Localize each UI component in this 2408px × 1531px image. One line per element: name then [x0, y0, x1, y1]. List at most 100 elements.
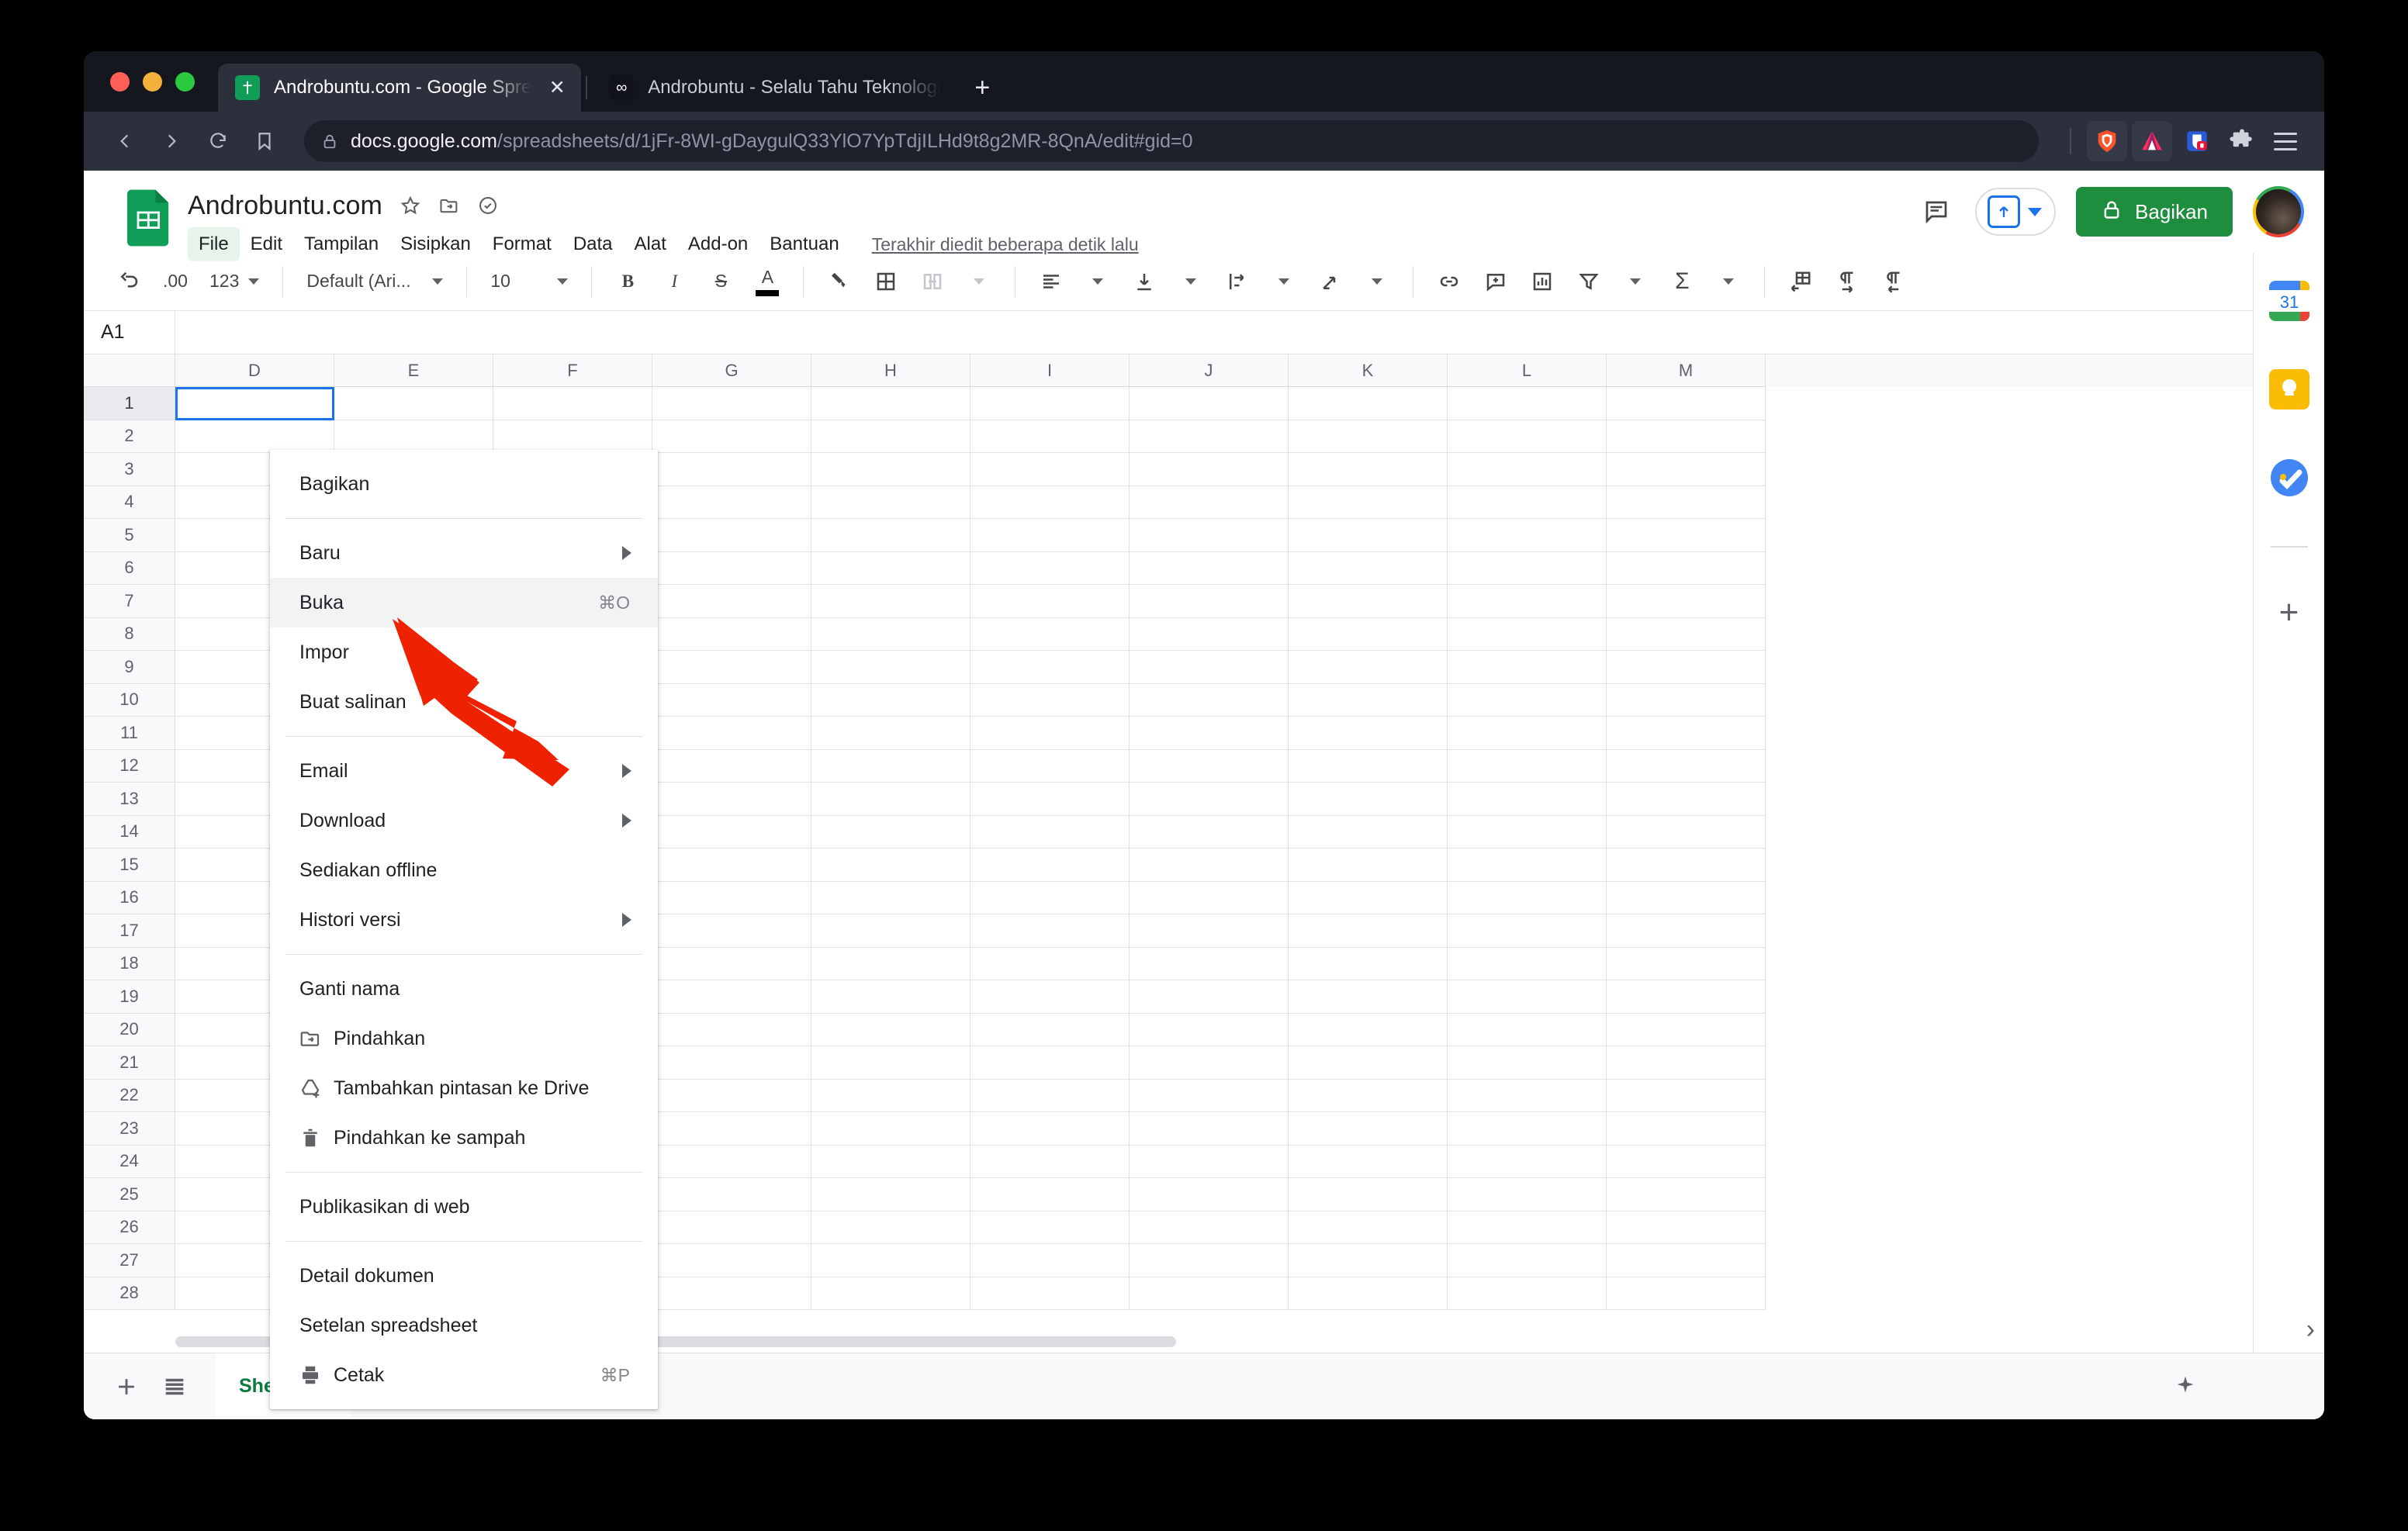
menu-item-pindahkan-ke-sampah[interactable]: Pindahkan ke sampah	[270, 1113, 658, 1163]
row-header[interactable]: 24	[84, 1145, 175, 1178]
grid-cell[interactable]	[1130, 848, 1289, 882]
grid-cell[interactable]	[1607, 651, 1766, 684]
grid-cell[interactable]	[1607, 683, 1766, 717]
grid-cell[interactable]	[1607, 914, 1766, 948]
grid-cell[interactable]	[811, 1244, 970, 1277]
text-rotation-icon[interactable]	[1309, 260, 1352, 303]
grid-cell[interactable]	[811, 1079, 970, 1112]
row-header[interactable]: 19	[84, 980, 175, 1014]
menu-item-baru[interactable]: Baru	[270, 528, 658, 578]
grid-cell[interactable]	[1130, 1211, 1289, 1244]
grid-cell[interactable]	[1130, 1178, 1289, 1211]
grid-cell[interactable]	[811, 980, 970, 1014]
grid-cell[interactable]	[1130, 387, 1289, 420]
menu-file[interactable]: File	[188, 227, 240, 261]
grid-cell[interactable]	[1607, 453, 1766, 486]
font-family-select[interactable]: Default (Ari...	[297, 260, 452, 303]
table-left-icon[interactable]	[1779, 260, 1822, 303]
grid-cell[interactable]	[970, 1244, 1130, 1277]
grid-cell[interactable]	[811, 651, 970, 684]
grid-cell[interactable]	[652, 519, 811, 552]
grid-cell[interactable]	[970, 1046, 1130, 1080]
grid-cell[interactable]	[1448, 420, 1607, 453]
grid-cell[interactable]	[1448, 815, 1607, 848]
menu-format[interactable]: Format	[482, 227, 562, 261]
row-header[interactable]: 12	[84, 749, 175, 783]
grid-cell[interactable]	[652, 420, 811, 453]
grid-cell[interactable]	[1448, 980, 1607, 1014]
grid-cell[interactable]	[1130, 881, 1289, 914]
grid-cell[interactable]	[1607, 1277, 1766, 1310]
grid-cell[interactable]	[811, 881, 970, 914]
new-tab-button[interactable]: +	[964, 70, 1000, 105]
undo-icon[interactable]	[107, 260, 150, 303]
grid-cell[interactable]	[1289, 683, 1448, 717]
grid-cell[interactable]	[970, 881, 1130, 914]
grid-cell[interactable]	[1289, 1013, 1448, 1046]
grid-cell[interactable]	[1130, 683, 1289, 717]
chevron-down-icon[interactable]	[1614, 260, 1657, 303]
grid-cell[interactable]	[811, 453, 970, 486]
grid-cell[interactable]	[1130, 980, 1289, 1014]
row-header[interactable]: 3	[84, 453, 175, 486]
grid-cell[interactable]	[1289, 1046, 1448, 1080]
grid-cell[interactable]	[1130, 651, 1289, 684]
link-icon[interactable]	[1427, 260, 1471, 303]
grid-cell[interactable]	[1130, 1079, 1289, 1112]
brave-lion-icon[interactable]	[2087, 121, 2127, 161]
row-header[interactable]: 26	[84, 1211, 175, 1244]
column-header[interactable]: I	[970, 354, 1130, 387]
grid-cell[interactable]	[1448, 1244, 1607, 1277]
menu-edit[interactable]: Edit	[240, 227, 293, 261]
row-header[interactable]: 27	[84, 1244, 175, 1277]
grid-cell[interactable]	[1607, 1211, 1766, 1244]
grid-cell[interactable]	[970, 519, 1130, 552]
grid-cell[interactable]	[652, 914, 811, 948]
star-icon[interactable]	[400, 195, 421, 216]
name-box[interactable]: A1	[84, 311, 175, 354]
grid-cell[interactable]	[811, 486, 970, 519]
row-header[interactable]: 11	[84, 717, 175, 750]
chevron-down-icon[interactable]	[957, 260, 1001, 303]
grid-cell[interactable]	[1130, 783, 1289, 816]
row-header[interactable]: 23	[84, 1112, 175, 1146]
grid-cell[interactable]	[1289, 651, 1448, 684]
all-sheets-icon[interactable]	[150, 1363, 199, 1411]
chevron-down-icon[interactable]	[2028, 207, 2043, 216]
column-header[interactable]: L	[1448, 354, 1607, 387]
grid-cell[interactable]	[1448, 1013, 1607, 1046]
move-to-folder-icon[interactable]	[438, 195, 460, 216]
last-edit-status[interactable]: Terakhir diedit beberapa detik lalu	[872, 234, 1139, 255]
grid-cell[interactable]	[1448, 717, 1607, 750]
grid-cell[interactable]	[970, 1145, 1130, 1178]
grid-cell[interactable]	[970, 1178, 1130, 1211]
number-format-button[interactable]: 123	[200, 260, 268, 303]
strikethrough-button[interactable]: S	[699, 260, 742, 303]
grid-cell[interactable]	[652, 683, 811, 717]
row-header[interactable]: 28	[84, 1277, 175, 1310]
grid-cell[interactable]	[811, 683, 970, 717]
grid-cell[interactable]	[1130, 717, 1289, 750]
row-header[interactable]: 2	[84, 420, 175, 453]
menu-bantuan[interactable]: Bantuan	[759, 227, 849, 261]
column-header[interactable]: G	[652, 354, 811, 387]
grid-cell[interactable]	[1448, 749, 1607, 783]
row-header[interactable]: 25	[84, 1178, 175, 1211]
grid-cell[interactable]	[652, 947, 811, 980]
grid-cell[interactable]	[1448, 486, 1607, 519]
grid-cell[interactable]	[970, 486, 1130, 519]
grid-cell[interactable]	[1130, 1244, 1289, 1277]
row-header[interactable]: 6	[84, 551, 175, 585]
grid-cell[interactable]	[1289, 815, 1448, 848]
grid-cell[interactable]	[1448, 881, 1607, 914]
maximize-window-button[interactable]	[175, 71, 195, 92]
row-header[interactable]: 14	[84, 815, 175, 848]
grid-cell[interactable]	[1130, 1277, 1289, 1310]
row-header[interactable]: 15	[84, 848, 175, 882]
grid-cell[interactable]	[811, 783, 970, 816]
expand-panel-icon[interactable]: ›	[2306, 1315, 2315, 1345]
grid-cell[interactable]	[1289, 749, 1448, 783]
close-window-button[interactable]	[110, 71, 130, 92]
close-icon[interactable]: ✕	[545, 76, 569, 99]
column-header[interactable]: F	[493, 354, 652, 387]
